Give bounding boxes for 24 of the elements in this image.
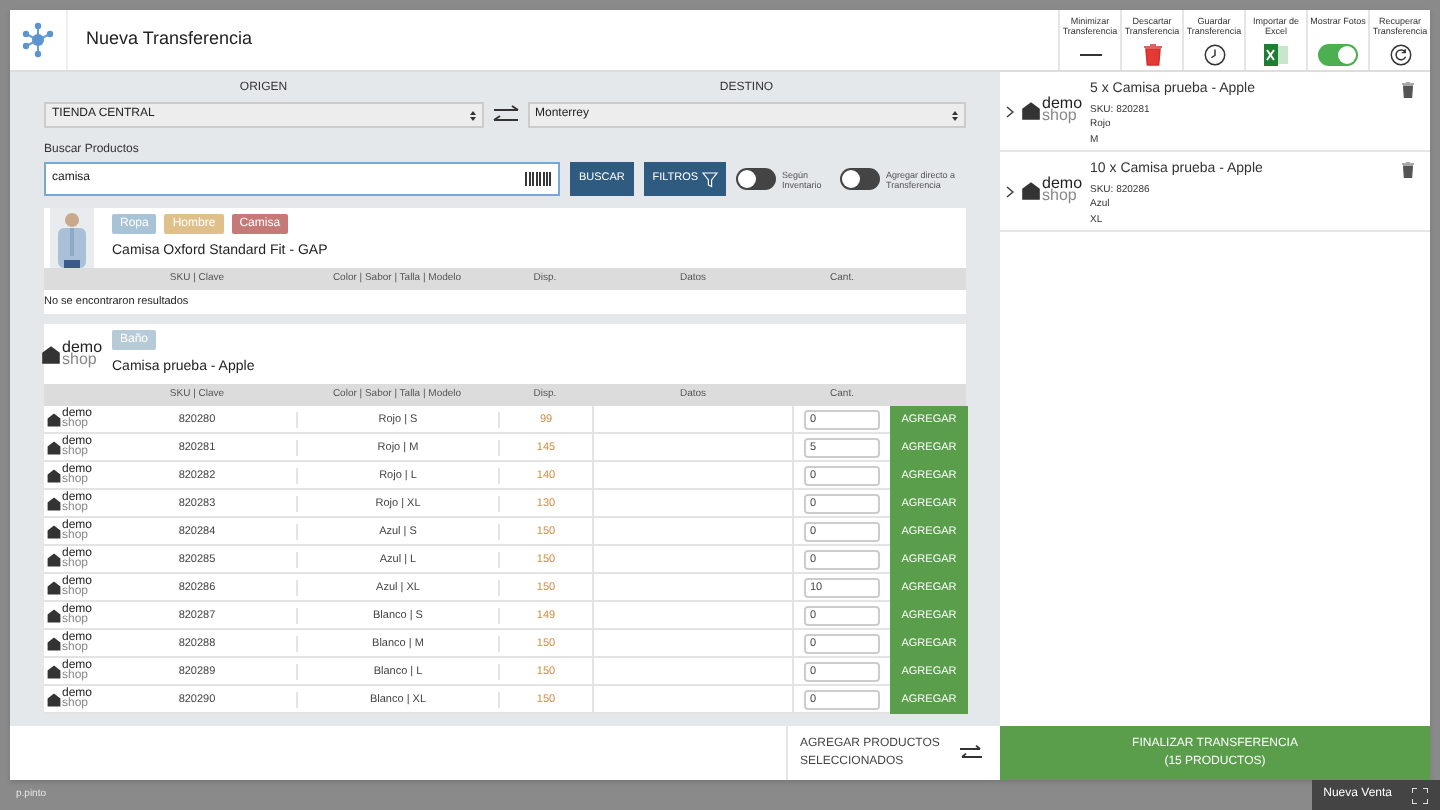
toggle-switch[interactable] <box>1318 44 1358 66</box>
clock-icon <box>1203 44 1225 66</box>
refresh-icon <box>1389 44 1411 66</box>
spreadsheet-icon <box>1264 44 1288 66</box>
expand-icon[interactable] <box>1412 787 1428 803</box>
dropdown-icon <box>469 109 475 121</box>
window-title: Nueva Transferencia <box>86 26 253 53</box>
toggle-switch[interactable] <box>839 168 880 190</box>
trash-icon[interactable] <box>1402 162 1414 178</box>
dropdown-icon <box>952 109 958 121</box>
barcode-icon <box>523 170 551 188</box>
chevron-icon <box>1006 106 1014 118</box>
minus-icon <box>1079 54 1101 56</box>
swap-icon <box>491 104 519 126</box>
chevron-icon <box>1006 186 1014 198</box>
toggle-switch[interactable] <box>735 168 776 190</box>
shop-logo: demo shop <box>40 341 103 368</box>
swap-icon <box>960 744 982 762</box>
filter-icon <box>702 171 719 187</box>
shop-logo: demo shop <box>1020 178 1083 204</box>
trash-icon <box>1143 44 1161 66</box>
network-icon <box>20 22 56 58</box>
trash-icon[interactable] <box>1402 82 1414 98</box>
shop-logo: demo shop <box>1020 98 1083 124</box>
